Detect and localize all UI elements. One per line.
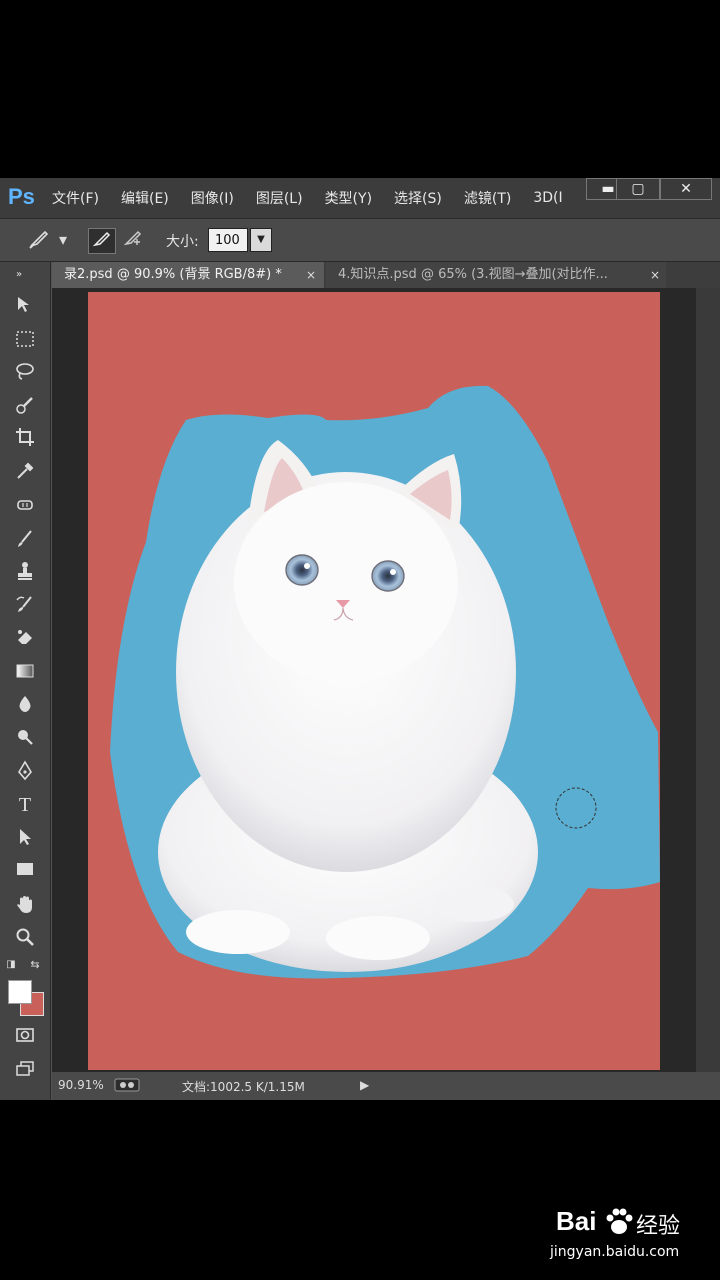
add-selection-brush-icon[interactable]: [120, 228, 146, 252]
menu-bar: Ps 文件(F) 编辑(E) 图像(I) 图层(L) 类型(Y) 选择(S) 滤…: [0, 178, 720, 219]
baidu-watermark: Bai 经验 jingyan.baidu.com: [550, 1206, 716, 1268]
status-info-icon[interactable]: [114, 1077, 140, 1096]
close-button[interactable]: ✕: [660, 178, 712, 200]
document-size: 文档:1002.5 K/1.15M: [182, 1080, 305, 1094]
zoom-level[interactable]: 90.91%: [58, 1078, 104, 1092]
tab-document-2[interactable]: 4.知识点.psd @ 65% (3.视图→叠加(对比作...: [326, 262, 666, 288]
quick-selection-tool-icon[interactable]: [12, 394, 38, 420]
menu-type[interactable]: 类型(Y): [325, 188, 372, 208]
tab-close-icon[interactable]: ×: [650, 262, 660, 288]
eraser-tool-icon[interactable]: [12, 626, 38, 652]
tab-label: 4.知识点.psd @ 65% (3.视图→叠加(对比作...: [338, 267, 608, 282]
quick-mask-mode-icon[interactable]: [12, 1024, 38, 1050]
menu-select[interactable]: 选择(S): [394, 188, 442, 208]
menu-layer[interactable]: 图层(L): [256, 188, 303, 208]
tab-close-icon[interactable]: ×: [306, 262, 316, 288]
paw-logo-icon: [604, 1208, 634, 1240]
preset-dropdown-icon[interactable]: ▾: [56, 228, 70, 252]
hand-tool-icon[interactable]: [12, 894, 38, 920]
ps-logo: Ps: [8, 184, 35, 209]
marquee-tool-icon[interactable]: [12, 328, 38, 354]
menu-image[interactable]: 图像(I): [191, 188, 234, 208]
lasso-tool-icon[interactable]: [12, 360, 38, 386]
swap-colors-icon[interactable]: ⇆: [28, 958, 42, 972]
watermark-url: jingyan.baidu.com: [550, 1244, 680, 1260]
size-dropdown-icon[interactable]: ▼: [250, 228, 272, 252]
photoshop-window: Ps 文件(F) 编辑(E) 图像(I) 图层(L) 类型(Y) 选择(S) 滤…: [0, 178, 720, 1100]
menu-filter[interactable]: 滤镜(T): [464, 188, 511, 208]
path-selection-tool-icon[interactable]: [12, 826, 38, 852]
tab-document-1[interactable]: 录2.psd @ 90.9% (背景 RGB/8#) *: [52, 262, 324, 288]
size-label: 大小:: [166, 234, 199, 250]
status-menu-arrow-icon[interactable]: ▶: [360, 1078, 369, 1092]
rectangle-tool-icon[interactable]: [12, 858, 38, 884]
dodge-tool-icon[interactable]: [12, 726, 38, 752]
tab-label: 录2.psd @ 90.9% (背景 RGB/8#) *: [64, 267, 282, 282]
cat-artwork: [110, 385, 660, 979]
crop-tool-icon[interactable]: [12, 426, 38, 452]
menu-edit[interactable]: 编辑(E): [121, 188, 169, 208]
size-input[interactable]: 100: [208, 228, 248, 252]
status-bar: 90.91% 文档:1002.5 K/1.15M ▶: [52, 1072, 720, 1100]
default-colors-icon[interactable]: ◨: [4, 958, 18, 972]
watermark-brand: Bai: [556, 1206, 597, 1236]
brush-tool-icon[interactable]: [12, 528, 38, 554]
collapse-panel-icon[interactable]: »: [6, 262, 32, 288]
healing-brush-tool-icon[interactable]: [12, 494, 38, 520]
maximize-button[interactable]: ▢: [616, 178, 660, 200]
menu-3d[interactable]: 3D(I: [533, 190, 562, 206]
type-tool-icon[interactable]: T: [12, 792, 38, 818]
foreground-color-swatch[interactable]: [8, 980, 32, 1004]
blur-tool-icon[interactable]: [12, 694, 38, 720]
eyedropper-tool-icon[interactable]: [12, 460, 38, 486]
menu-list: 文件(F) 编辑(E) 图像(I) 图层(L) 类型(Y) 选择(S) 滤镜(T…: [52, 178, 585, 218]
clone-stamp-tool-icon[interactable]: [12, 560, 38, 586]
toolbox: » T ◨ ⇆: [0, 262, 51, 1100]
document-tabs: 录2.psd @ 90.9% (背景 RGB/8#) * × 4.知识点.psd…: [52, 262, 720, 288]
gradient-tool-icon[interactable]: [12, 660, 38, 686]
new-selection-brush-icon[interactable]: [88, 228, 116, 254]
document-image[interactable]: [88, 292, 660, 1070]
pen-tool-icon[interactable]: [12, 760, 38, 786]
vertical-scrollbar[interactable]: [696, 288, 720, 1072]
menu-file[interactable]: 文件(F): [52, 188, 99, 208]
screen-mode-icon[interactable]: [12, 1058, 38, 1084]
options-bar: ▾ 大小: 100 ▼: [0, 219, 720, 262]
quick-mask-brush-icon[interactable]: [26, 228, 52, 252]
watermark-brand-suffix: 经验: [636, 1214, 681, 1239]
move-tool-icon[interactable]: [12, 294, 38, 320]
canvas-area[interactable]: [52, 288, 696, 1072]
zoom-tool-icon[interactable]: [12, 926, 38, 952]
history-brush-tool-icon[interactable]: [12, 594, 38, 620]
